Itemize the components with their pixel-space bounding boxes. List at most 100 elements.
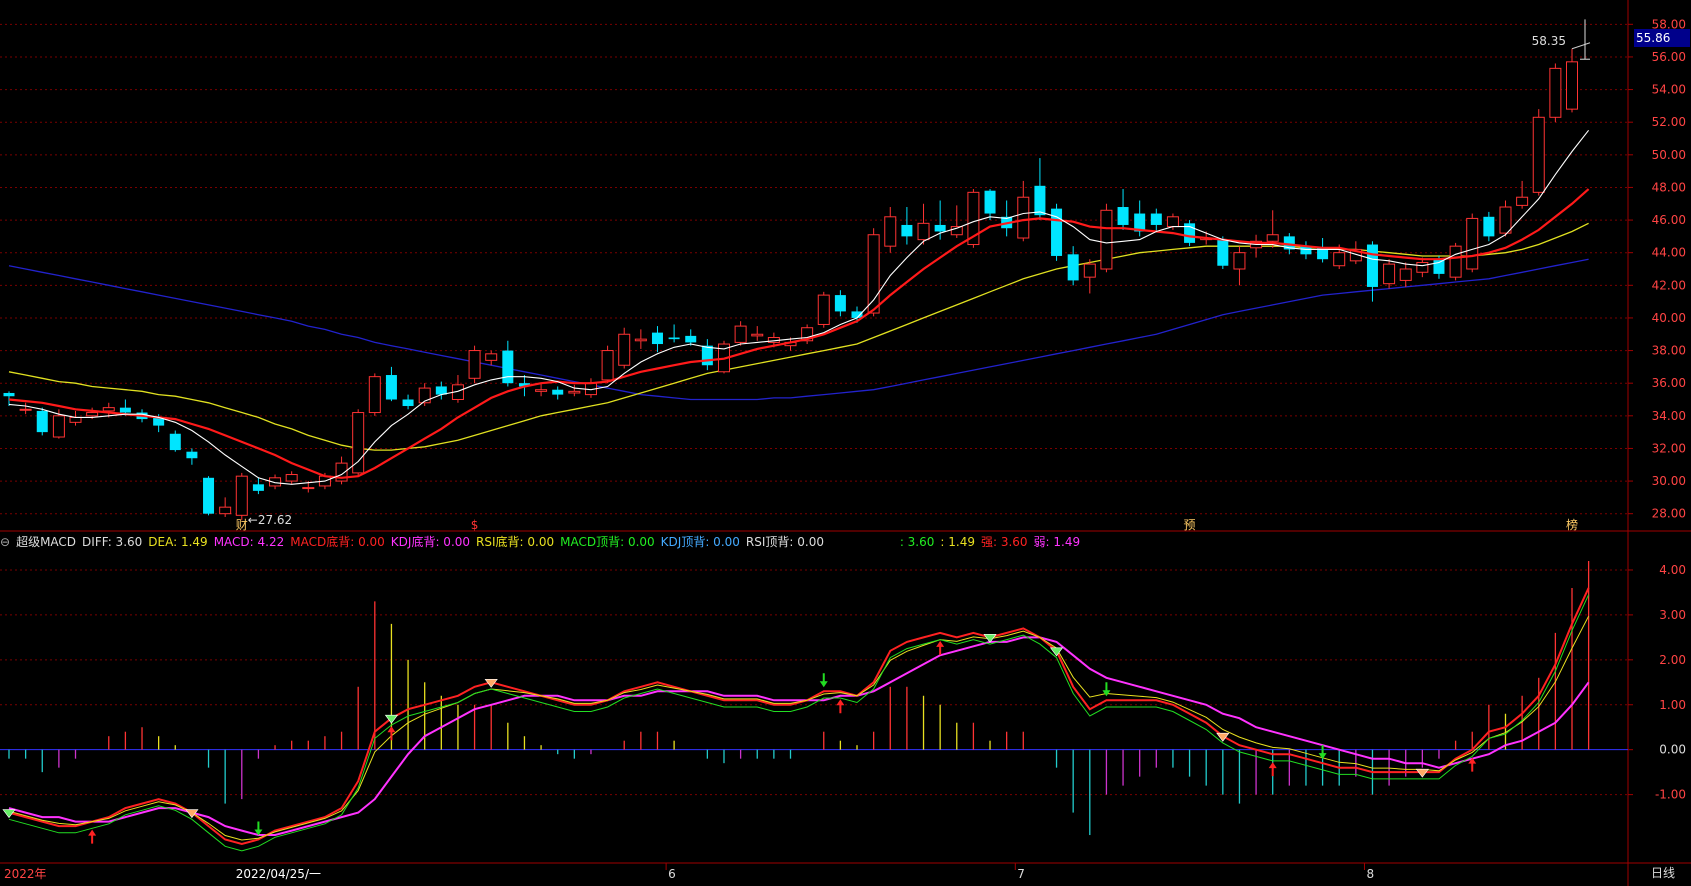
- candle-body: [468, 350, 481, 379]
- candle: [584, 378, 597, 398]
- candle: [1532, 109, 1545, 196]
- candle-body: [668, 337, 680, 340]
- candle: [1466, 213, 1479, 273]
- candle-body: [1100, 209, 1113, 270]
- weak-label: 弱: 1.49: [1033, 535, 1081, 549]
- price-tick-label: 36.00: [1652, 376, 1686, 390]
- collapse-icon[interactable]: ⊖: [0, 535, 10, 549]
- price-tick-label: 30.00: [1652, 474, 1686, 488]
- candle: [901, 207, 913, 245]
- candle: [950, 205, 963, 239]
- candle-body: [1266, 234, 1279, 242]
- indicator-name[interactable]: 超级MACD: [16, 535, 76, 549]
- candle: [451, 375, 464, 403]
- candle-body: [1067, 254, 1079, 281]
- candle-body: [834, 295, 846, 312]
- candle-body: [3, 392, 15, 397]
- candle-body: [1034, 185, 1046, 216]
- candle-body: [535, 389, 548, 392]
- candle: [1449, 242, 1462, 281]
- candle-body: [285, 474, 298, 482]
- candle-body: [169, 433, 181, 451]
- candle-body: [1449, 245, 1462, 278]
- macd-tick-label: -1.00: [1655, 788, 1686, 802]
- candle-body: [734, 325, 747, 343]
- price-tick-label: 56.00: [1652, 50, 1686, 64]
- event-marker: 榜: [1566, 517, 1578, 532]
- candle-body: [368, 376, 381, 414]
- candle: [1100, 203, 1113, 273]
- candle: [235, 472, 248, 521]
- candle-body: [1549, 67, 1562, 118]
- high-label: 58.35: [1532, 34, 1566, 48]
- candle: [1516, 180, 1529, 209]
- signal-line-green: [8, 594, 1590, 852]
- diamond-signal-icon: [1415, 768, 1429, 778]
- candle-body: [1150, 213, 1162, 225]
- candle-body: [502, 350, 514, 384]
- candle-body: [19, 408, 32, 411]
- candle: [385, 366, 397, 402]
- candle: [1034, 158, 1046, 221]
- candle: [285, 471, 298, 485]
- macd-bottom-label: MACD底背: 0.00: [290, 535, 385, 549]
- candle: [867, 228, 880, 317]
- price-tick-label: 50.00: [1652, 148, 1686, 162]
- candle-body: [884, 216, 897, 247]
- price-tick-label: 44.00: [1652, 246, 1686, 260]
- candle: [1067, 246, 1079, 286]
- value1-label: : 3.60: [899, 535, 935, 549]
- candle: [618, 327, 631, 369]
- candle: [552, 386, 564, 400]
- candle-body: [568, 390, 581, 394]
- value2-label: : 1.49: [940, 535, 975, 549]
- candle-body: [634, 338, 647, 342]
- candle-body: [402, 399, 414, 407]
- candle-body: [1433, 259, 1445, 274]
- candle-body: [817, 294, 830, 325]
- macd-tick-label: 0.00: [1659, 743, 1686, 757]
- event-marker: 预: [1184, 518, 1196, 532]
- candle-body: [1233, 252, 1246, 270]
- candle: [535, 383, 548, 397]
- candle: [685, 329, 697, 346]
- candle: [203, 476, 215, 516]
- price-tick-label: 48.00: [1652, 180, 1686, 194]
- candle-body: [235, 475, 248, 516]
- rsi-top-label: RSI顶背: 0.00: [745, 535, 824, 549]
- candle: [668, 324, 680, 343]
- candle-body: [984, 190, 996, 214]
- candle-body: [203, 477, 215, 514]
- candle: [601, 345, 614, 384]
- candle-body: [69, 416, 82, 423]
- ma10-line: [8, 188, 1590, 479]
- macd-tick-label: 1.00: [1659, 698, 1686, 712]
- candle: [435, 381, 447, 400]
- high-pointer: [1571, 42, 1591, 50]
- candle: [1399, 262, 1412, 287]
- candle-body: [36, 410, 48, 433]
- time-axis-label: 6: [668, 867, 676, 881]
- candle: [1083, 259, 1096, 294]
- candle: [1416, 257, 1429, 278]
- price-tick-label: 40.00: [1652, 311, 1686, 325]
- price-tick-label: 34.00: [1652, 409, 1686, 423]
- candle: [884, 207, 897, 253]
- low-label: ←27.62: [248, 513, 292, 527]
- macd-tick-label: 4.00: [1659, 563, 1686, 577]
- candle-body: [1383, 263, 1396, 285]
- indicator-bar: ⊖ 超级MACD DIFF: 3.60 DEA: 1.49 MACD: 4.22 MACD…: [0, 532, 1632, 552]
- candle-body: [1416, 261, 1429, 273]
- current-price-tag: 55.86: [1634, 29, 1690, 47]
- candle: [36, 407, 48, 436]
- candle: [169, 430, 181, 452]
- period-button[interactable]: 日线: [1636, 862, 1690, 884]
- candle: [252, 477, 264, 495]
- candle-body: [901, 224, 913, 237]
- candle: [418, 383, 431, 407]
- kline-chart[interactable]: 58.0056.0054.0052.0050.0048.0046.0044.00…: [0, 0, 1691, 886]
- candle-body: [1333, 252, 1346, 267]
- time-axis-label: 7: [1017, 867, 1025, 881]
- candle-body: [1217, 239, 1229, 266]
- candle: [751, 326, 764, 341]
